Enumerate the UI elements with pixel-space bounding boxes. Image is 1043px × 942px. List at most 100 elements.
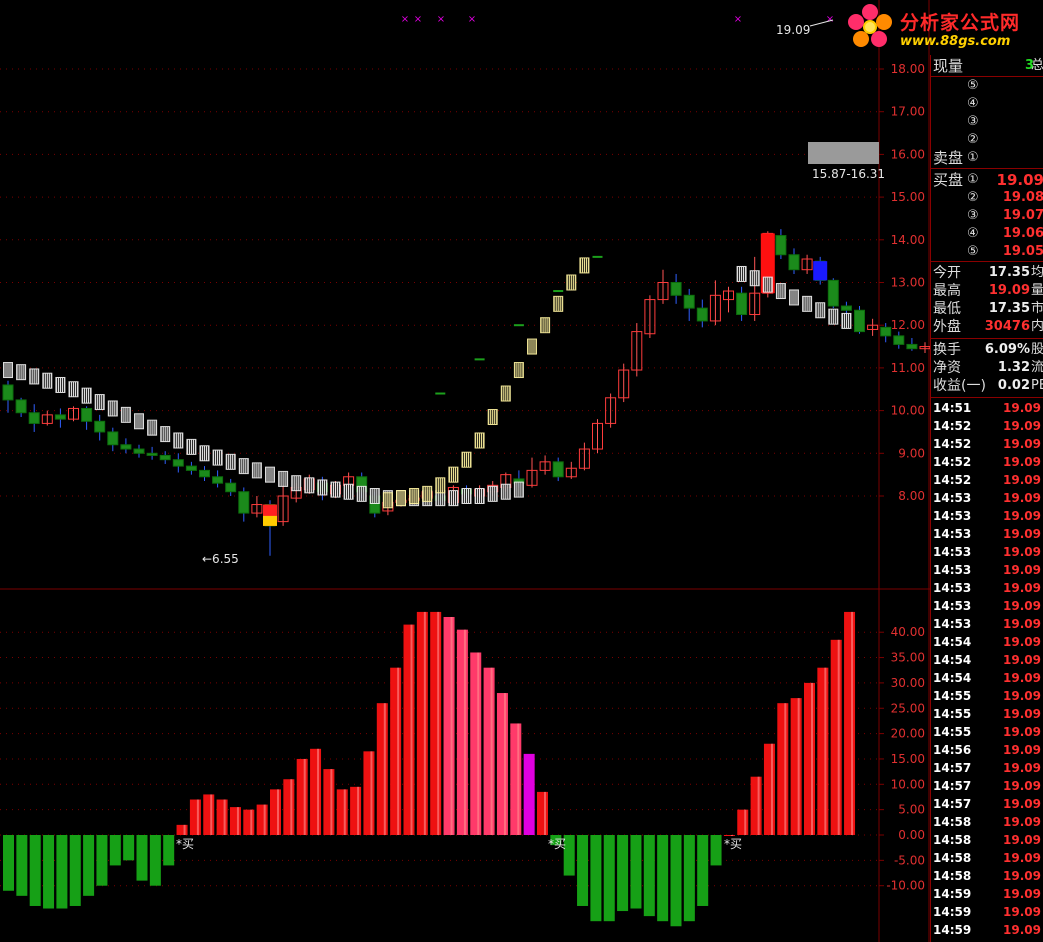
buy-level-price: 19.07 — [1002, 208, 1043, 223]
osc-bar — [710, 835, 722, 866]
ma-white-marker — [291, 475, 302, 492]
ma-yellow-marker — [553, 295, 564, 312]
ma-white-marker — [238, 458, 249, 475]
buy-signal-label: *买 — [724, 837, 742, 851]
osc-bar-highlight — [223, 799, 226, 835]
candle-body — [199, 469, 210, 478]
stat-label: 最高 — [933, 283, 961, 299]
stat-value: 17.35 — [988, 265, 1030, 280]
tick-time: 14:53 — [933, 509, 972, 523]
stat2-row: 净资 1.32 流 — [931, 359, 1043, 377]
ma-white-marker — [251, 462, 262, 479]
osc-bar — [697, 835, 709, 906]
tick-price: 19.09 — [1003, 725, 1041, 739]
buy-level-number: ⑤ — [967, 244, 979, 259]
logo-text: 分析家公式网 — [900, 12, 1021, 34]
osc-bar — [443, 616, 455, 835]
ma-white-marker — [762, 276, 773, 293]
osc-bar — [630, 835, 642, 909]
tick-price: 19.09 — [1003, 599, 1041, 613]
osc-bar-highlight — [797, 698, 800, 835]
candle-body — [238, 491, 250, 514]
quote-panel: 现量 3 总 ⑤ ④ ③ ② ① 卖盘 买盘 ① 19.09 ② 19.08 ③ 19.07 ④ 19.06 ⑤ 19… — [930, 55, 1043, 942]
osc-bar-highlight — [330, 769, 333, 835]
osc-tick-label: 15.00 — [891, 752, 925, 766]
ma-white-marker — [81, 387, 92, 404]
sell-level-row: ⑤ — [931, 77, 1043, 95]
price-tick-label: 15.00 — [891, 190, 925, 204]
candle-body — [146, 452, 158, 456]
ma-white-marker — [304, 477, 315, 494]
osc-bar — [189, 799, 201, 835]
tick-row: 14:53 19.09 — [931, 507, 1043, 525]
buy-level-row: ④ 19.06 — [931, 225, 1043, 243]
ma-white-marker — [461, 488, 472, 504]
signal-cross: × — [734, 14, 742, 25]
osc-tick-label: 30.00 — [891, 676, 925, 690]
osc-bar-highlight — [196, 799, 199, 835]
stat2-ext: PE — [1031, 378, 1043, 393]
candle-body — [880, 326, 892, 337]
current-volume-row: 现量 3 总 — [931, 57, 1043, 75]
highlight-candle-cap — [263, 515, 277, 526]
buy-signal-label: *买 — [176, 837, 194, 851]
sell-level-row: ③ — [931, 113, 1043, 131]
divider — [931, 338, 1043, 339]
stat2-value: 0.02 — [997, 378, 1030, 393]
tick-price: 19.09 — [1003, 437, 1041, 451]
candle-body — [172, 459, 184, 467]
ma-yellow-marker — [513, 362, 524, 379]
osc-bar-highlight — [383, 703, 386, 835]
candle-body — [225, 482, 237, 493]
tick-time: 14:54 — [933, 653, 972, 667]
stat2-row: 收益(一) 0.02 PE — [931, 377, 1043, 395]
osc-bar — [390, 667, 402, 835]
osc-bar — [136, 835, 148, 881]
tick-price: 19.09 — [1003, 653, 1041, 667]
candle-body — [775, 235, 787, 256]
osc-bar — [176, 824, 188, 835]
osc-bar-highlight — [824, 667, 827, 835]
sell-level-number: ④ — [967, 96, 979, 111]
tick-time: 14:55 — [933, 689, 972, 703]
buy-level-price: 19.05 — [1002, 244, 1043, 259]
osc-bar-highlight — [811, 682, 813, 835]
osc-tick-label: 35.00 — [891, 651, 925, 665]
buy-level-row: ② 19.08 — [931, 189, 1043, 207]
stat-row: 今开 17.35 均 — [931, 264, 1043, 282]
ma-white-marker — [356, 485, 367, 502]
stat-value: 17.35 — [988, 301, 1030, 316]
ma-yellow-marker — [396, 490, 406, 507]
stat2-value: 1.32 — [997, 360, 1030, 375]
ma-white-marker — [160, 426, 171, 443]
logo-url: www.88gs.com — [900, 34, 1011, 49]
ma-white-marker — [775, 283, 786, 300]
tick-time: 14:54 — [933, 671, 972, 685]
tick-time: 14:58 — [933, 815, 972, 829]
candle-body — [107, 431, 119, 446]
osc-tick-label: 20.00 — [891, 727, 925, 741]
ma-white-marker — [448, 490, 459, 507]
ma-white-marker — [265, 466, 275, 483]
osc-bar — [537, 791, 548, 835]
stat2-ext: 股 — [1031, 342, 1043, 357]
osc-bar-highlight — [490, 667, 493, 835]
osc-bar-highlight — [463, 629, 466, 835]
tick-price: 19.09 — [1003, 635, 1041, 649]
tick-row: 14:55 19.09 — [931, 705, 1043, 723]
chart-canvas: 18.00 17.00 16.00 15.00 14.00 13.00 12.00 11.00… — [0, 0, 930, 942]
osc-bar — [603, 835, 615, 922]
osc-bar — [270, 789, 281, 835]
price-range-box — [808, 142, 879, 164]
osc-bar — [203, 794, 215, 835]
osc-bar-highlight — [744, 809, 747, 835]
osc-bar — [149, 835, 161, 886]
osc-bar — [430, 611, 442, 835]
ma-white-marker — [749, 270, 760, 287]
candle-body — [906, 343, 918, 350]
tick-time: 14:58 — [933, 851, 972, 865]
signal-cross: × — [437, 14, 445, 25]
osc-bar — [643, 835, 655, 917]
tick-price: 19.09 — [1003, 671, 1041, 685]
tick-row: 14:52 19.09 — [931, 417, 1043, 435]
